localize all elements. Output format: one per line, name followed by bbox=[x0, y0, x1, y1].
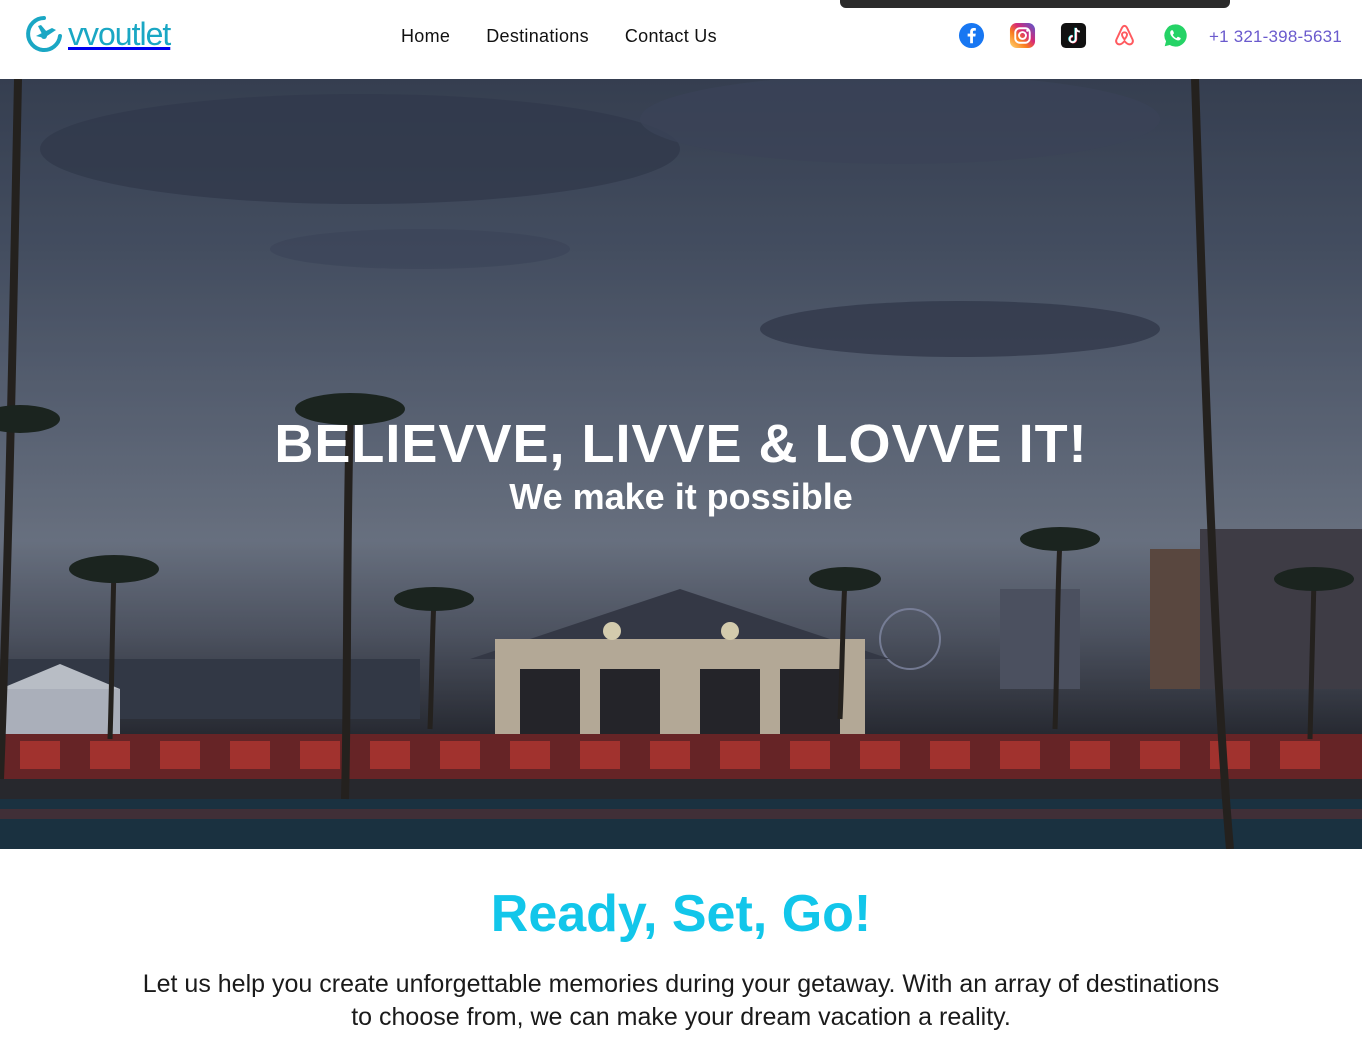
hero-banner: BELIEVVE, LIVVE & LOVVE IT! We make it p… bbox=[0, 79, 1362, 849]
logo-plane-icon bbox=[26, 16, 62, 52]
whatsapp-icon bbox=[1164, 24, 1187, 47]
main-nav: Home Destinations Contact Us bbox=[401, 26, 717, 47]
airbnb-link[interactable] bbox=[1111, 22, 1138, 54]
tiktok-link[interactable] bbox=[1060, 22, 1087, 54]
intro-text: Let us help you create unforgettable mem… bbox=[142, 970, 1220, 1031]
phone-link[interactable]: +1 321-398-5631 bbox=[1209, 27, 1342, 47]
logo-link[interactable]: vvoutlet bbox=[22, 14, 171, 54]
facebook-icon bbox=[958, 22, 985, 49]
hero-subtitle: We make it possible bbox=[509, 476, 853, 517]
nav-contact-us[interactable]: Contact Us bbox=[625, 26, 717, 47]
logo-text: vvoutlet bbox=[68, 15, 171, 52]
social-links bbox=[958, 22, 1189, 54]
top-dark-strip bbox=[840, 0, 1230, 8]
instagram-link[interactable] bbox=[1009, 22, 1036, 54]
site-header: vvoutlet Home Destinations Contact Us +1… bbox=[0, 0, 1362, 79]
airbnb-icon bbox=[1115, 24, 1134, 46]
nav-destinations[interactable]: Destinations bbox=[486, 26, 589, 47]
whatsapp-link[interactable] bbox=[1162, 22, 1189, 54]
instagram-icon bbox=[1009, 22, 1036, 49]
nav-home[interactable]: Home bbox=[401, 26, 450, 47]
facebook-link[interactable] bbox=[958, 22, 985, 54]
hero-title: BELIEVVE, LIVVE & LOVVE IT! bbox=[274, 414, 1088, 474]
intro-title: Ready, Set, Go! bbox=[490, 885, 872, 943]
tiktok-icon bbox=[1060, 22, 1087, 49]
